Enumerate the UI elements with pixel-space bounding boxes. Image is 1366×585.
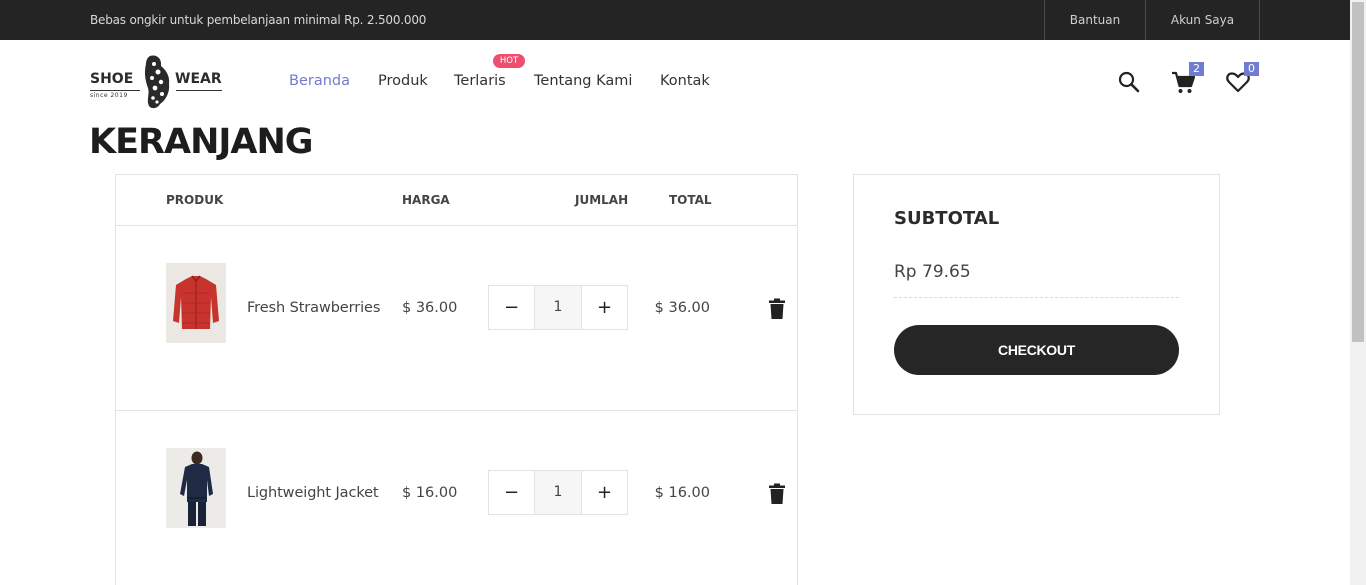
decrease-qty-button[interactable]: − [489,286,535,329]
quantity-stepper: − 1 + [488,285,628,330]
column-total: TOTAL [669,193,712,207]
logo-word-left: SHOE [90,71,134,87]
promo-text: Bebas ongkir untuk pembelanjaan minimal … [90,13,427,27]
red-jacket-icon [166,263,226,343]
checkout-button[interactable]: CHECKOUT [894,325,1179,375]
logo-since: since 2019 [90,92,128,99]
quantity-input[interactable]: 1 [535,286,581,329]
hot-badge: HOT [493,54,525,68]
scrollbar-thumb[interactable] [1352,2,1364,342]
column-produk: PRODUK [166,193,224,207]
product-name[interactable]: Fresh Strawberries [247,300,380,316]
page-title: KERANJANG [89,122,313,162]
product-price: $ 16.00 [402,485,458,501]
logo[interactable]: SHOE WEAR since 2019 [88,54,224,110]
product-image-red-jacket[interactable] [166,263,226,343]
subtotal-title: SUBTOTAL [894,208,1000,229]
product-image-navy-jacket[interactable] [166,448,226,528]
nav-item-produk[interactable]: Produk [378,73,428,89]
cart-table: PRODUK HARGA JUMLAH TOTAL Fresh Strawber… [115,174,798,585]
trash-icon[interactable] [768,483,786,505]
decrease-qty-button[interactable]: − [489,471,535,514]
help-link[interactable]: Bantuan [1044,0,1145,40]
trash-icon[interactable] [768,298,786,320]
increase-qty-button[interactable]: + [581,286,627,329]
table-row: Fresh Strawberries $ 36.00 − 1 + $ 36.00 [116,226,797,411]
navy-jacket-icon [166,448,226,528]
nav-item-beranda[interactable]: Beranda [289,73,350,89]
table-row: Lightweight Jacket $ 16.00 − 1 + $ 16.00 [116,411,797,585]
cart-summary: SUBTOTAL Rp 79.65 CHECKOUT [853,174,1220,415]
nav-item-tentang-kami[interactable]: Tentang Kami [534,73,632,89]
column-harga: HARGA [402,193,450,207]
account-link[interactable]: Akun Saya [1145,0,1260,40]
product-name[interactable]: Lightweight Jacket [247,485,379,501]
logo-word-right: WEAR [175,71,222,87]
quantity-stepper: − 1 + [488,470,628,515]
nav-item-terlaris[interactable]: Terlaris [454,73,506,89]
logo-mark-icon [144,55,170,109]
nav-item-kontak[interactable]: Kontak [660,73,710,89]
subtotal-amount: Rp 79.65 [894,262,971,282]
cart-count-badge: 2 [1189,62,1204,76]
divider [894,297,1179,298]
product-price: $ 36.00 [402,300,458,316]
increase-qty-button[interactable]: + [581,471,627,514]
wishlist-count-badge: 0 [1244,62,1259,76]
column-jumlah: JUMLAH [575,193,629,207]
scrollbar[interactable] [1350,0,1366,585]
top-bar: Bebas ongkir untuk pembelanjaan minimal … [0,0,1350,40]
product-total: $ 16.00 [654,485,710,501]
cart-table-header: PRODUK HARGA JUMLAH TOTAL [116,175,797,226]
product-total: $ 36.00 [654,300,710,316]
search-icon[interactable] [1118,71,1140,93]
quantity-input[interactable]: 1 [535,471,581,514]
